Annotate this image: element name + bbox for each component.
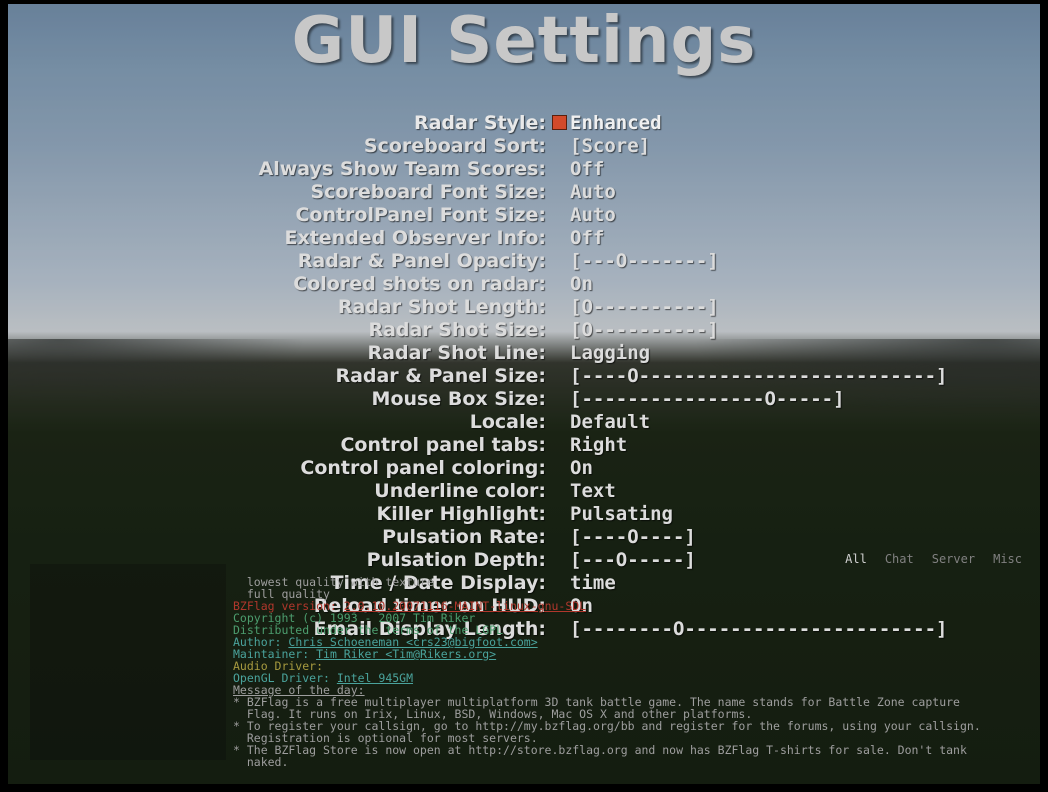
console-panel: lowest quality with texture full quality… (233, 564, 1023, 768)
menu-row[interactable]: Radar & Panel Size:[----O---------------… (8, 365, 1040, 388)
menu-row[interactable]: Radar Style:Enhanced (8, 112, 1040, 135)
menu-label: Radar Style: (8, 112, 548, 135)
menu-value[interactable]: Enhanced (548, 112, 662, 135)
menu-label: Pulsation Rate: (8, 526, 548, 549)
menu-row[interactable]: Scoreboard Sort:[Score] (8, 135, 1040, 158)
menu-label: Radar & Panel Size: (8, 365, 548, 388)
console-line: * The BZFlag Store is now open at http:/… (233, 743, 967, 757)
radar-panel (30, 564, 226, 760)
menu-label: Locale: (8, 411, 548, 434)
menu-label: Radar Shot Line: (8, 342, 548, 365)
menu-label: Radar Shot Size: (8, 319, 548, 342)
menu-value[interactable]: [Score] (548, 135, 650, 158)
menu-row[interactable]: Mouse Box Size:[----------------O-----] (8, 388, 1040, 411)
menu-row[interactable]: Colored shots on radar:On (8, 273, 1040, 296)
menu-value[interactable]: On (548, 273, 593, 296)
menu-label: Underline color: (8, 480, 548, 503)
menu-value[interactable]: [O----------] (548, 319, 719, 342)
menu-value[interactable]: Lagging (548, 342, 650, 365)
menu-label: ControlPanel Font Size: (8, 204, 548, 227)
menu-row[interactable]: Always Show Team Scores:Off (8, 158, 1040, 181)
menu-value[interactable]: Default (548, 411, 650, 434)
menu-value[interactable]: Right (548, 434, 627, 457)
menu-row[interactable]: Radar Shot Line:Lagging (8, 342, 1040, 365)
menu-label: Colored shots on radar: (8, 273, 548, 296)
menu-row[interactable]: Radar Shot Length:[O----------] (8, 296, 1040, 319)
menu-label: Mouse Box Size: (8, 388, 548, 411)
menu-value[interactable]: Text (548, 480, 616, 503)
menu-value[interactable]: [---O-------] (548, 250, 719, 273)
menu-row[interactable]: Control panel tabs:Right (8, 434, 1040, 457)
menu-value[interactable]: [----O--------------------------] (548, 365, 948, 388)
menu-value[interactable]: Pulsating (548, 503, 673, 526)
page-title: GUI Settings (8, 4, 1040, 78)
menu-value[interactable]: Off (548, 158, 604, 181)
menu-label: Control panel coloring: (8, 457, 548, 480)
menu-label: Scoreboard Sort: (8, 135, 548, 158)
menu-label: Radar & Panel Opacity: (8, 250, 548, 273)
menu-value[interactable]: [O----------] (548, 296, 719, 319)
menu-row[interactable]: Extended Observer Info:Off (8, 227, 1040, 250)
menu-label: Extended Observer Info: (8, 227, 548, 250)
menu-row[interactable]: ControlPanel Font Size:Auto (8, 204, 1040, 227)
menu-value[interactable]: [----O----] (548, 526, 696, 549)
menu-value[interactable]: Auto (548, 181, 616, 204)
menu-row[interactable]: Killer Highlight:Pulsating (8, 503, 1040, 526)
menu-row[interactable]: Locale:Default (8, 411, 1040, 434)
menu-label: Always Show Team Scores: (8, 158, 548, 181)
menu-value[interactable]: On (548, 457, 593, 480)
menu-label: Control panel tabs: (8, 434, 548, 457)
menu-row[interactable]: Control panel coloring:On (8, 457, 1040, 480)
menu-value[interactable]: [----------------O-----] (548, 388, 845, 411)
menu-row[interactable]: Scoreboard Font Size:Auto (8, 181, 1040, 204)
menu-label: Killer Highlight: (8, 503, 548, 526)
menu-label: Radar Shot Length: (8, 296, 548, 319)
menu-value[interactable]: Auto (548, 204, 616, 227)
menu-value[interactable]: Off (548, 227, 604, 250)
menu-row[interactable]: Underline color:Text (8, 480, 1040, 503)
menu-label: Scoreboard Font Size: (8, 181, 548, 204)
menu-row[interactable]: Radar Shot Size:[O----------] (8, 319, 1040, 342)
console-line: naked. (233, 755, 288, 769)
menu-row[interactable]: Pulsation Rate:[----O----] (8, 526, 1040, 549)
game-frame: GUI Settings Radar Style:EnhancedScorebo… (8, 4, 1040, 784)
menu-row[interactable]: Radar & Panel Opacity:[---O-------] (8, 250, 1040, 273)
